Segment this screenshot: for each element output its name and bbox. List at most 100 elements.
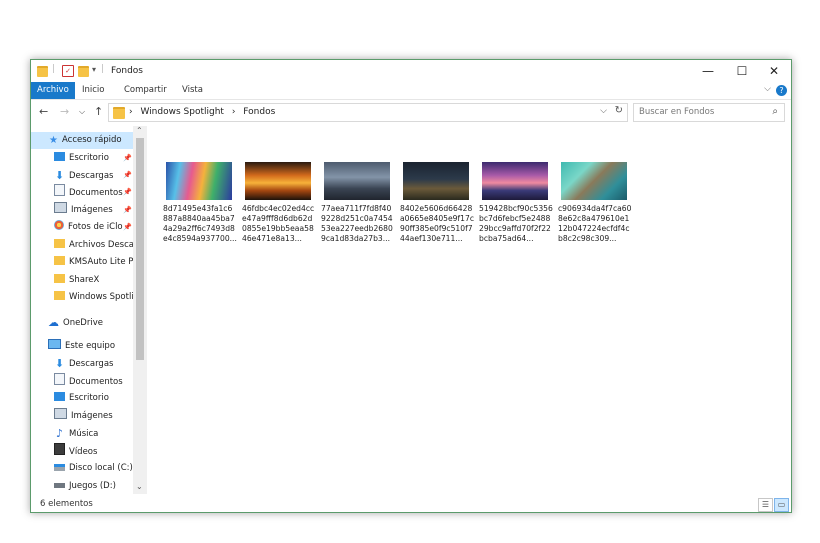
drive-icon — [54, 483, 65, 488]
music-note-icon: ♪ — [55, 427, 64, 440]
file-item[interactable]: 77aea711f7fd8f409228d251c0a745453ea227ee… — [319, 162, 395, 244]
nav-pc-disco-c[interactable]: Disco local (C:) — [54, 460, 134, 477]
window-title: Fondos — [111, 66, 143, 76]
nav-pc-juegos-d[interactable]: Juegos (D:) — [54, 478, 132, 494]
nav-label: OneDrive — [63, 318, 103, 328]
properties-icon[interactable]: ✓ — [62, 65, 74, 77]
nav-label: Archivos Descar — [69, 240, 134, 250]
nav-item-fotos-icloud[interactable]: Fotos de iClo 📌 — [54, 219, 132, 236]
navigation-pane: ★ Acceso rápido Escritorio 📌 ⬇ Descargas … — [31, 126, 147, 494]
search-input[interactable]: Buscar en Fondos — [639, 107, 714, 117]
pin-icon: 📌 — [123, 171, 132, 179]
nav-label: KMSAuto Lite Po — [69, 257, 134, 267]
title-bar: | ✓ ▾ | Fondos — ☐ ✕ — [31, 60, 791, 82]
file-item[interactable]: c906934da4f7ca608e62c8a479610e112b047224… — [556, 162, 632, 244]
download-icon: ⬇ — [54, 357, 65, 370]
navigation-bar: ← → ⌵ ↑ › Windows Spotlight › Fondos ⌵ ↻… — [31, 100, 791, 125]
nav-pc-imagenes[interactable]: Imágenes — [54, 408, 132, 425]
nav-pc-escritorio[interactable]: Escritorio — [54, 390, 132, 407]
nav-pc-descargas[interactable]: ⬇ Descargas — [54, 355, 132, 372]
nav-item-archivos-descargados[interactable]: Archivos Descar — [54, 237, 134, 254]
image-thumbnail — [324, 162, 390, 200]
icloud-photos-icon — [54, 220, 64, 230]
nav-label: Juegos (D:) — [69, 481, 116, 491]
nav-item-kmsauto[interactable]: KMSAuto Lite Po — [54, 254, 134, 271]
expand-ribbon-chevron-icon[interactable]: ⌵ — [764, 84, 771, 94]
documents-icon — [54, 184, 65, 196]
minimize-button[interactable]: — — [691, 60, 725, 82]
nav-pc-documentos[interactable]: Documentos — [54, 373, 132, 390]
nav-label: Documentos — [69, 377, 123, 387]
navigation-pane-scrollbar[interactable]: ⌃ ⌄ — [133, 126, 147, 494]
search-icon[interactable]: ⌕ — [772, 106, 778, 117]
scrollbar-thumb[interactable] — [136, 138, 144, 360]
tab-compartir[interactable]: Compartir — [118, 82, 173, 99]
nav-label: Música — [69, 429, 99, 439]
address-bar[interactable]: › Windows Spotlight › Fondos ⌵ ↻ — [108, 103, 628, 122]
nav-item-descargas[interactable]: ⬇ Descargas 📌 — [54, 167, 132, 184]
folder-icon — [54, 274, 65, 283]
nav-label: ShareX — [69, 275, 100, 285]
nav-pc-musica[interactable]: ♪ Música — [54, 425, 132, 442]
scroll-up-arrow-icon[interactable]: ⌃ — [136, 126, 143, 135]
pin-icon: 📌 — [123, 223, 132, 231]
nav-item-documentos[interactable]: Documentos 📌 — [54, 184, 132, 201]
ribbon: Archivo Inicio Compartir Vista ⌵ ? — [31, 82, 791, 100]
folder-icon — [54, 291, 65, 300]
back-arrow-icon[interactable]: ← — [39, 105, 48, 118]
up-arrow-icon[interactable]: ↑ — [94, 105, 103, 118]
forward-arrow-icon[interactable]: → — [60, 105, 69, 118]
file-item[interactable]: 8402e5606d66428a0665e8405e9f17c90ff385e0… — [398, 162, 474, 244]
breadcrumb-fondos[interactable]: Fondos — [243, 107, 275, 117]
file-item[interactable]: 8d71495e43fa1c6887a8840aa45ba74a29a2ff6c… — [161, 162, 237, 244]
breadcrumb-windows-spotlight[interactable]: Windows Spotlight — [140, 107, 223, 117]
address-dropdown-chevron-icon[interactable]: ⌵ — [600, 106, 607, 116]
nav-item-sharex[interactable]: ShareX — [54, 272, 134, 289]
file-item[interactable]: 46fdbc4ec02ed4cce47a9fff8d6db62d0855e19b… — [240, 162, 316, 244]
computer-icon — [48, 339, 61, 349]
maximize-button[interactable]: ☐ — [725, 60, 759, 82]
nav-item-imagenes[interactable]: Imágenes 📌 — [54, 202, 132, 219]
recent-locations-chevron-icon[interactable]: ⌵ — [79, 107, 85, 117]
pictures-icon — [54, 408, 67, 419]
pin-icon: 📌 — [123, 188, 132, 196]
nav-this-pc[interactable]: Este equipo — [48, 338, 132, 355]
tab-inicio[interactable]: Inicio — [76, 82, 111, 99]
close-button[interactable]: ✕ — [757, 60, 791, 82]
file-name: c906934da4f7ca608e62c8a479610e112b047224… — [558, 204, 632, 243]
scroll-down-arrow-icon[interactable]: ⌄ — [136, 482, 143, 491]
nav-item-windows-spotlight[interactable]: Windows Spotlig — [54, 289, 134, 306]
nav-label: Fotos de iClo — [68, 222, 123, 232]
file-item[interactable]: 519428bcf90c5356bc7d6febcf5e248829bcc9af… — [477, 162, 553, 244]
file-name: 46fdbc4ec02ed4cce47a9fff8d6db62d0855e19b… — [242, 204, 315, 243]
breadcrumb-separator: › — [231, 107, 236, 117]
large-icons-view-button[interactable]: ▭ — [774, 498, 789, 512]
documents-icon — [54, 373, 65, 385]
tab-vista[interactable]: Vista — [176, 82, 209, 99]
folder-icon — [37, 66, 48, 77]
help-icon[interactable]: ? — [776, 85, 787, 96]
new-folder-icon[interactable] — [78, 66, 89, 77]
nav-label: Descargas — [69, 171, 114, 181]
search-box[interactable]: Buscar en Fondos ⌕ — [633, 103, 785, 122]
pin-icon: 📌 — [123, 154, 132, 162]
folder-icon — [113, 107, 125, 119]
nav-pc-videos[interactable]: Vídeos — [54, 443, 132, 460]
nav-quick-access[interactable]: ★ Acceso rápido — [31, 132, 133, 149]
quick-access-dropdown-icon[interactable]: ▾ — [92, 65, 96, 79]
refresh-icon[interactable]: ↻ — [615, 105, 623, 116]
tab-archivo[interactable]: Archivo — [31, 82, 75, 99]
drive-icon — [54, 464, 65, 471]
details-view-button[interactable]: ☰ — [758, 498, 773, 512]
nav-onedrive[interactable]: ☁ OneDrive — [48, 314, 132, 331]
nav-label: Windows Spotlig — [69, 292, 134, 302]
nav-label: Imágenes — [71, 205, 113, 215]
nav-label: Acceso rápido — [62, 135, 122, 145]
file-view: 8d71495e43fa1c6887a8840aa45ba74a29a2ff6c… — [149, 126, 789, 494]
image-thumbnail — [403, 162, 469, 200]
download-icon: ⬇ — [54, 169, 65, 182]
nav-label: Documentos — [69, 188, 123, 198]
nav-item-escritorio[interactable]: Escritorio 📌 — [54, 150, 132, 167]
item-count: 6 elementos — [40, 499, 93, 509]
image-thumbnail — [561, 162, 627, 200]
